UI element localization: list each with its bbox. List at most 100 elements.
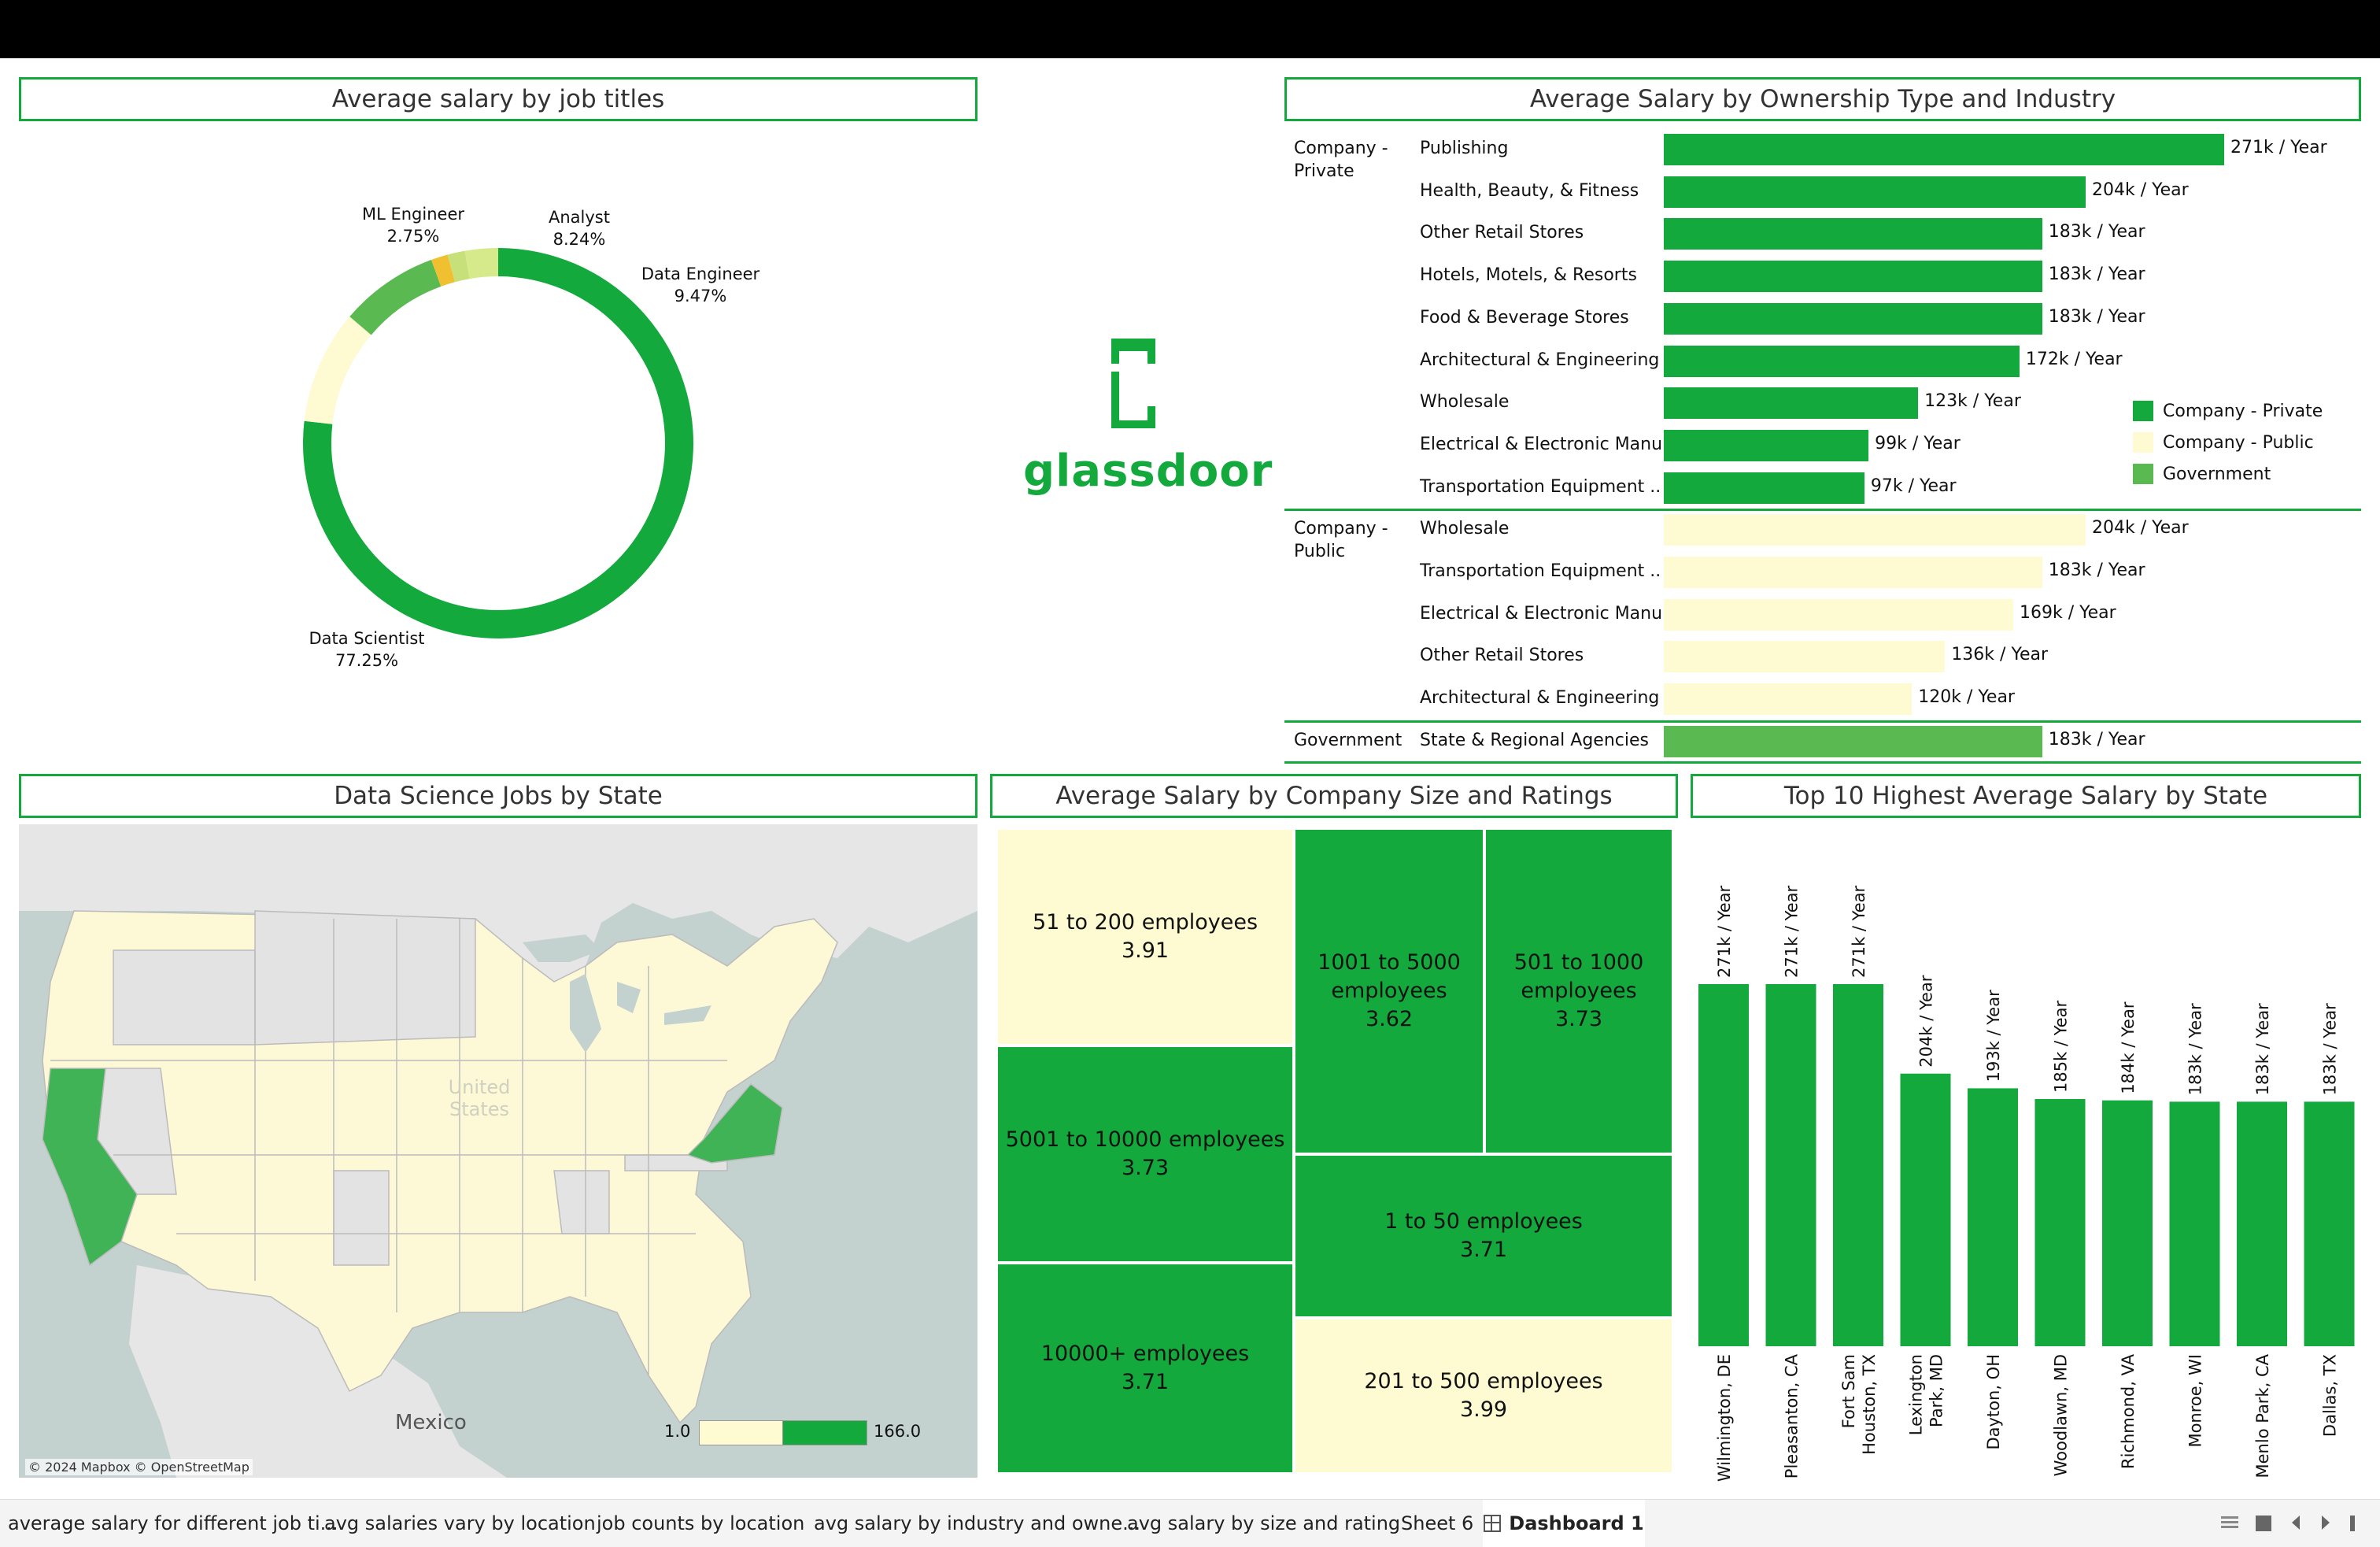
company-size-treemap[interactable]: 51 to 200 employees 3.91 5001 to 10000 em… [996, 828, 1673, 1474]
state-salary-bar[interactable] [1698, 984, 1749, 1346]
ownership-bar[interactable] [1664, 387, 1919, 420]
industry-label: Architectural & Engineering .. [1420, 350, 1676, 370]
map-credit: © 2024 Mapbox © OpenStreetMap [25, 1459, 253, 1475]
industry-label: Hotels, Motels, & Resorts [1420, 265, 1637, 286]
category-label: Monroe, WI [2186, 1354, 2205, 1448]
state-map[interactable]: United States Mexico © 2024 Mapbox © Ope… [19, 824, 978, 1478]
bar-value-label: 183k / Year [2048, 561, 2145, 580]
ownership-bar[interactable] [1664, 134, 2224, 165]
ownership-bar[interactable] [1664, 261, 2042, 293]
sheet-view-icon[interactable] [2256, 1516, 2271, 1531]
top10-salary-bar-chart: 271k / Year Wilmington, DE 271k / Year Plea… [1698, 886, 2355, 1482]
ownership-bar[interactable] [1664, 176, 2086, 208]
treemap-cell[interactable]: 5001 to 10000 employees 3.73 [996, 1046, 1294, 1263]
ownership-bar[interactable] [1664, 218, 2042, 250]
bar-value-label: 193k / Year [1984, 990, 2003, 1082]
map-shapes [19, 824, 978, 1478]
scroll-left-icon[interactable] [2292, 1516, 2300, 1530]
category-label: Dallas, TX [2321, 1354, 2340, 1437]
ownership-bar[interactable] [1664, 641, 1946, 673]
map-color-scale: 1.0 166.0 [664, 1417, 963, 1449]
ownership-bar[interactable] [1664, 514, 2086, 546]
ownership-bar[interactable] [1664, 472, 1864, 504]
industry-label: Electrical & Electronic Manu.. [1420, 603, 1674, 624]
grid-view-icon[interactable] [2221, 1516, 2238, 1530]
more-tabs-icon[interactable] [2350, 1516, 2355, 1531]
map-label-united-states: United States [448, 1076, 511, 1120]
treemap-cell[interactable]: 1001 to 5000 employees 3.62 [1294, 828, 1484, 1154]
treemap-cell[interactable]: 1 to 50 employees 3.71 [1294, 1154, 1673, 1318]
donut-label-data-engineer: Data Engineer 9.47% [641, 265, 760, 305]
ownership-bar[interactable] [1664, 557, 2042, 588]
tab-avg-salary-industry[interactable]: avg salary by industry and owne... [814, 1500, 1140, 1547]
state-salary-bar[interactable] [1765, 984, 1816, 1346]
bar-value-label: 185k / Year [2052, 1000, 2071, 1092]
category-label: Pleasanton, CA [1783, 1353, 1802, 1479]
state-salary-bar[interactable] [2304, 1101, 2355, 1346]
donut-slice[interactable] [304, 316, 371, 424]
tab-avg-salary-size-rating[interactable]: avg salary by size and rating [1127, 1500, 1400, 1547]
industry-label: Other Retail Stores [1420, 646, 1584, 666]
category-label: Wilmington, DE [1715, 1354, 1734, 1482]
tab-avg-salaries-location[interactable]: avg salaries vary by location [324, 1500, 596, 1547]
scroll-right-icon[interactable] [2322, 1516, 2330, 1530]
treemap-cell[interactable]: 201 to 500 employees 3.99 [1294, 1318, 1673, 1474]
bar-value-label: 204k / Year [2091, 518, 2189, 538]
treemap-cell[interactable]: 10000+ employees 3.71 [996, 1263, 1294, 1474]
ownership-bar[interactable] [1664, 302, 2042, 335]
donut-slice[interactable] [464, 248, 498, 279]
donut-label-ml-engineer: ML Engineer 2.75% [361, 205, 465, 246]
industry-label: Food & Beverage Stores [1420, 307, 1629, 328]
donut-label-data-scientist: Data Scientist 77.25% [309, 629, 425, 670]
ownership-bar[interactable] [1664, 429, 1869, 461]
tab-sheet-6[interactable]: Sheet 6 [1401, 1500, 1473, 1547]
scale-min-label: 1.0 [664, 1422, 691, 1441]
bar-value-label: 99k / Year [1875, 433, 1961, 453]
legend-label-government: Government [2163, 464, 2271, 484]
panel-title-job-titles: Average salary by job titles [19, 77, 978, 121]
ownership-bar[interactable] [1664, 598, 2013, 631]
ownership-group-label: Company - Private [1294, 139, 1388, 181]
industry-label: Health, Beauty, & Fitness [1420, 180, 1639, 201]
category-label: Houston, TX [1860, 1354, 1879, 1455]
bar-value-label: 184k / Year [2119, 1001, 2138, 1094]
ownership-group-label: Government [1294, 730, 1402, 750]
bar-value-label: 204k / Year [2091, 179, 2189, 200]
state-salary-bar[interactable] [2237, 1101, 2287, 1346]
glassdoor-wordmark: glassdoor [1023, 446, 1273, 497]
industry-label: Electrical & Electronic Manu.. [1420, 434, 1674, 454]
treemap-cell[interactable]: 501 to 1000 employees 3.73 [1484, 828, 1673, 1154]
chart-bottom-line [1284, 761, 2361, 764]
scale-max-label: 166.0 [874, 1422, 922, 1441]
bar-value-label: 123k / Year [1924, 391, 2021, 412]
tab-job-counts-location[interactable]: job counts by location [597, 1500, 804, 1547]
scale-gradient-dark [782, 1420, 867, 1445]
sheet-tab-bar: average salary for different job ti... a… [0, 1499, 2380, 1547]
industry-label: Publishing [1420, 139, 1509, 158]
tab-dashboard-1[interactable]: Dashboard 1 [1483, 1500, 1645, 1547]
tab-dashboard-1-label: Dashboard 1 [1509, 1512, 1644, 1534]
group-separator [1284, 509, 2361, 512]
bar-value-label: 183k / Year [2253, 1003, 2272, 1095]
state-salary-bar[interactable] [2169, 1101, 2220, 1346]
bar-value-label: 183k / Year [2048, 729, 2145, 749]
ownership-group-label: Company - Public [1294, 519, 1388, 562]
treemap-cell[interactable]: 51 to 200 employees 3.91 [996, 828, 1294, 1046]
tab-avg-salary-job-titles[interactable]: average salary for different job ti... [8, 1500, 338, 1547]
bar-value-label: 183k / Year [2048, 306, 2145, 327]
ownership-bar[interactable] [1664, 683, 1913, 716]
bar-value-label: 183k / Year [2186, 1003, 2205, 1095]
bar-value-label: 204k / Year [1917, 975, 1936, 1067]
ownership-bar[interactable] [1664, 345, 2020, 377]
state-salary-bar[interactable] [2102, 1100, 2153, 1346]
bar-value-label: 271k / Year [1850, 886, 1868, 978]
industry-label: Transportation Equipment .. [1420, 561, 1661, 581]
state-salary-bar[interactable] [2034, 1098, 2086, 1346]
panel-title-top10: Top 10 Highest Average Salary by State [1691, 774, 2361, 818]
state-salary-bar[interactable] [1968, 1088, 2018, 1346]
state-salary-bar[interactable] [1833, 984, 1883, 1346]
legend-swatch-public [2133, 432, 2153, 453]
ownership-bar[interactable] [1664, 725, 2042, 757]
state-salary-bar[interactable] [1900, 1073, 1951, 1346]
donut-slice[interactable] [349, 260, 442, 335]
